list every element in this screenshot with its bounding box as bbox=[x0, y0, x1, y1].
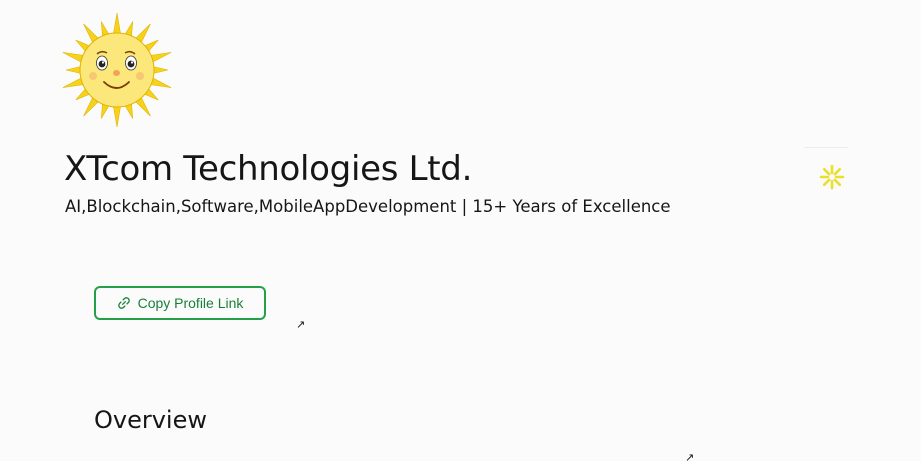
copy-profile-link-label: Copy Profile Link bbox=[137, 295, 244, 311]
company-logo bbox=[60, 10, 178, 130]
company-tagline: AI,Blockchain,Software,MobileAppDevelopm… bbox=[65, 197, 671, 216]
profile-page: XTcom Technologies Ltd. AI,Blockchain,So… bbox=[0, 0, 921, 461]
overview-heading: Overview bbox=[94, 406, 207, 434]
arrow-up-right-icon[interactable]: ↗ bbox=[685, 452, 694, 461]
link-icon bbox=[117, 296, 131, 310]
company-name: XTcom Technologies Ltd. bbox=[64, 149, 473, 189]
divider bbox=[804, 147, 848, 148]
smiling-sun-logo-icon bbox=[62, 12, 172, 128]
arrow-up-right-icon[interactable]: ↗ bbox=[296, 319, 305, 331]
copy-profile-link-button[interactable]: Copy Profile Link bbox=[94, 286, 266, 320]
loading-spinner-icon bbox=[818, 163, 846, 191]
